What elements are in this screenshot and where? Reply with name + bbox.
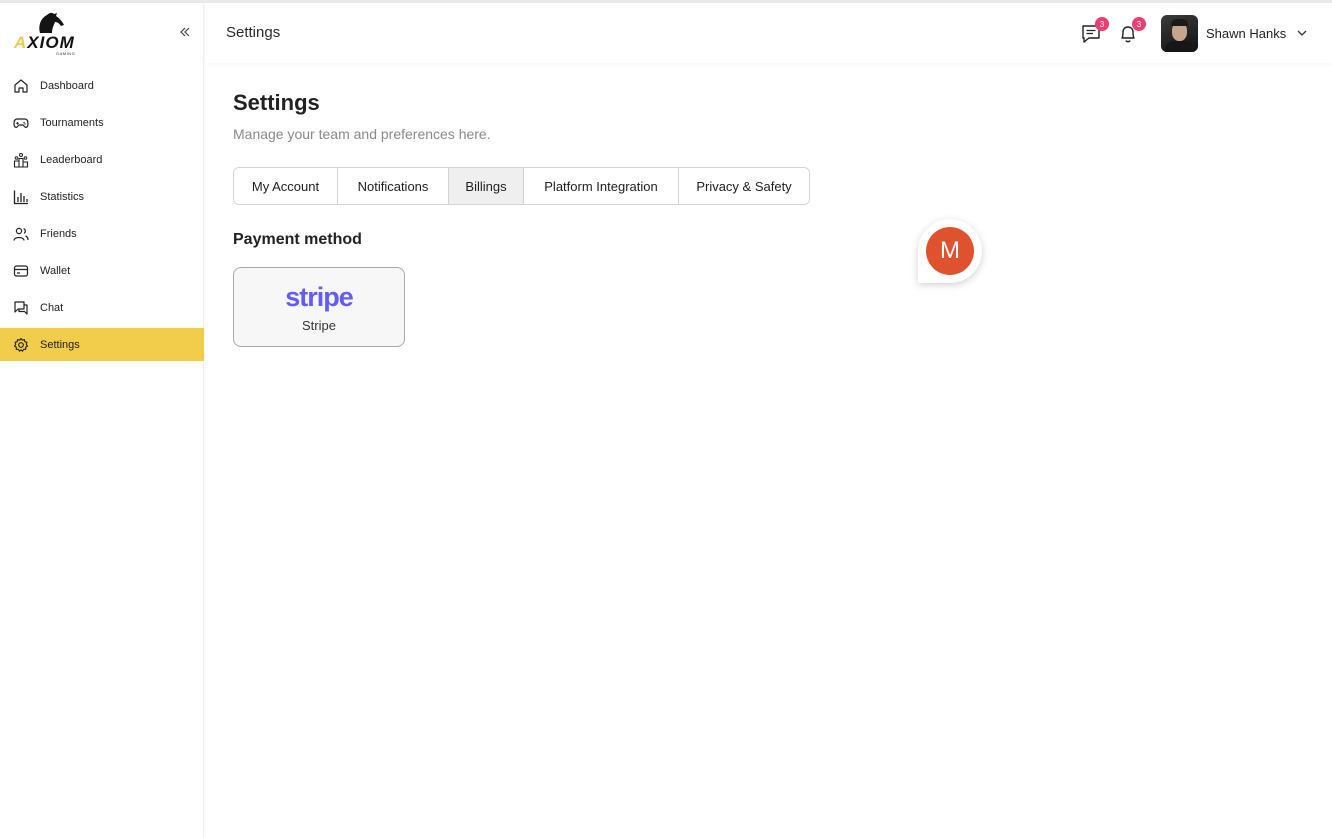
notifications-button[interactable]: 3	[1117, 17, 1146, 45]
notifications-badge: 3	[1132, 17, 1146, 31]
logo-subtitle: GAMING	[56, 51, 76, 56]
sidebar-item-label: Chat	[40, 301, 64, 314]
messages-badge: 3	[1095, 17, 1109, 31]
sidebar-item-chat[interactable]: Chat	[0, 291, 204, 324]
brand-logo[interactable]: AXIOM GAMING	[12, 11, 82, 57]
sidebar-item-label: Wallet	[40, 264, 71, 277]
sidebar-item-label: Dashboard	[40, 79, 94, 92]
gear-icon	[13, 337, 29, 353]
page-subtitle: Manage your team and preferences here.	[233, 126, 491, 142]
sidebar-item-statistics[interactable]: Statistics	[0, 180, 204, 213]
sidebar-item-label: Settings	[40, 338, 80, 351]
sidebar-item-leaderboard[interactable]: Leaderboard	[0, 143, 204, 176]
chevron-down-icon	[1297, 30, 1307, 36]
home-icon	[13, 78, 29, 94]
sidebar-item-settings[interactable]: Settings	[0, 328, 204, 361]
sidebar-item-wallet[interactable]: Wallet	[0, 254, 204, 287]
floating-assistant-avatar: M	[926, 227, 974, 275]
sidebar-item-label: Leaderboard	[40, 153, 103, 166]
sidebar-item-label: Statistics	[40, 190, 85, 203]
header-title: Settings	[226, 24, 281, 41]
bar-chart-icon	[13, 189, 29, 205]
avatar	[1161, 14, 1198, 52]
chat-icon	[13, 300, 29, 316]
top-header: Settings 3 3 Shawn Hanks	[205, 3, 1332, 63]
stripe-label: Stripe	[302, 318, 336, 333]
logo-wordmark: AXIOM	[14, 33, 75, 52]
wallet-icon	[13, 263, 29, 279]
sidebar-item-tournaments[interactable]: Tournaments	[0, 106, 204, 139]
tab-platform-integration[interactable]: Platform Integration	[524, 168, 679, 204]
sidebar-item-label: Tournaments	[40, 116, 104, 129]
stripe-logo: stripe	[285, 282, 354, 312]
chevrons-left-icon	[180, 27, 190, 37]
sidebar: AXIOM GAMING Dashboard Tournaments Leade…	[0, 3, 204, 838]
tab-billings[interactable]: Billings	[449, 168, 524, 204]
sidebar-item-friends[interactable]: Friends	[0, 217, 204, 250]
friends-icon	[13, 226, 29, 242]
gamepad-icon	[13, 115, 29, 131]
horse-icon	[39, 12, 64, 33]
sidebar-item-label: Friends	[40, 227, 77, 240]
page-title: Settings	[233, 90, 320, 115]
leaderboard-icon	[13, 152, 29, 168]
settings-tabs: My Account Notifications Billings Platfo…	[233, 167, 810, 205]
sidebar-item-dashboard[interactable]: Dashboard	[0, 69, 204, 102]
sidebar-nav: Dashboard Tournaments Leaderboard Statis…	[0, 69, 204, 365]
payment-method-title: Payment method	[233, 231, 362, 248]
floating-assistant-button[interactable]: M	[918, 219, 982, 283]
user-name: Shawn Hanks	[1206, 25, 1287, 41]
collapse-sidebar-button[interactable]	[176, 23, 194, 41]
tab-notifications[interactable]: Notifications	[338, 168, 449, 204]
user-menu[interactable]: Shawn Hanks	[1161, 14, 1308, 52]
tab-my-account[interactable]: My Account	[234, 168, 338, 204]
messages-button[interactable]: 3	[1080, 17, 1109, 45]
stripe-payment-option[interactable]: stripe Stripe	[233, 267, 405, 347]
tab-privacy-safety[interactable]: Privacy & Safety	[679, 168, 809, 204]
